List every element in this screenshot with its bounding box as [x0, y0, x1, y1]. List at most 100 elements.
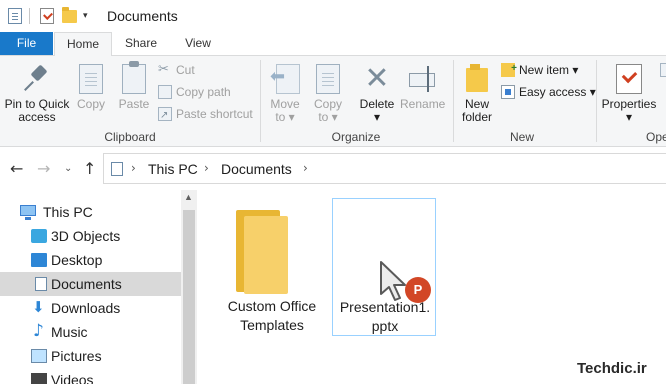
desktop-icon	[31, 253, 47, 267]
cut-button[interactable]: Cut	[158, 60, 195, 80]
copy-icon	[74, 60, 103, 94]
quick-access-divider	[29, 8, 30, 24]
navigation-pane: This PC 3D Objects Desktop Documents Dow…	[0, 190, 197, 384]
tree-label: Desktop	[51, 252, 103, 268]
new-group-label: New	[509, 130, 534, 144]
pictures-icon	[31, 349, 47, 363]
file-list: Custom Office Templates P Presentation1.…	[197, 190, 666, 384]
move-to-icon	[270, 64, 300, 94]
forward-button[interactable]: →	[37, 159, 50, 178]
documents-location-icon	[111, 162, 123, 176]
new-folder-quick-access-icon[interactable]	[62, 7, 77, 23]
group-divider	[260, 60, 261, 142]
delete-x-icon: ✕	[364, 61, 390, 96]
checkmark-quick-access-icon[interactable]	[40, 8, 54, 24]
copy-button[interactable]: Copy	[74, 60, 108, 111]
scroll-thumb[interactable]	[183, 210, 195, 384]
tree-label: Videos	[51, 372, 94, 384]
tab-view[interactable]: View	[172, 32, 224, 56]
clipboard-icon	[122, 61, 146, 94]
properties-check-icon	[616, 64, 642, 94]
folder-icon	[236, 210, 292, 294]
address-bar[interactable]: › This PC › Documents ›	[103, 153, 666, 184]
tree-label: Music	[51, 324, 88, 340]
open-group-small-button[interactable]	[660, 60, 666, 80]
tree-label: This PC	[43, 204, 93, 220]
new-item-button[interactable]: New item ▾	[501, 59, 579, 80]
file-name: Custom Office Templates	[220, 297, 324, 335]
pin-label-line2: access	[18, 110, 56, 124]
move-to-button[interactable]: Move to ▾	[266, 64, 304, 124]
new-item-icon	[501, 59, 517, 79]
new-folder-label-line2: folder	[461, 110, 493, 124]
tree-label: Documents	[51, 276, 122, 292]
properties-quick-access-icon[interactable]	[8, 8, 22, 24]
file-name-line2: Templates	[240, 317, 304, 333]
ribbon-tabs: File Home Share View	[0, 32, 666, 57]
3d-objects-icon	[31, 229, 47, 243]
music-icon	[31, 319, 47, 343]
recent-locations-button[interactable]: ⌄	[64, 163, 72, 174]
window-title: Documents	[107, 8, 178, 24]
up-one-level-button[interactable]: ↑	[83, 159, 96, 178]
tree-item-documents[interactable]: Documents	[0, 272, 181, 296]
paste-shortcut-label: Paste shortcut	[176, 107, 253, 121]
move-to-label-line2: to ▾	[275, 110, 295, 124]
scroll-up-arrow[interactable]: ▲	[184, 192, 193, 202]
easy-access-label: Easy access ▾	[519, 85, 596, 99]
copy-path-button[interactable]: Copy path	[158, 82, 231, 102]
tab-home[interactable]: Home	[54, 32, 112, 57]
pin-icon	[24, 64, 50, 94]
tree-item-videos[interactable]: Videos	[0, 368, 181, 384]
tab-file[interactable]: File	[0, 32, 53, 55]
ribbon-home: Pin to Quick access Copy Paste Cut Copy …	[0, 56, 666, 147]
paste-label: Paste	[118, 97, 150, 111]
tree-item-3d-objects[interactable]: 3D Objects	[0, 224, 181, 248]
rename-button[interactable]: Rename	[400, 64, 445, 111]
navigation-bar: ← → ⌄ ↑ › This PC › Documents ›	[0, 148, 666, 190]
documents-icon	[35, 277, 47, 291]
paste-button[interactable]: Paste	[116, 61, 152, 111]
videos-icon	[31, 373, 47, 384]
tree-item-this-pc[interactable]: This PC	[0, 200, 181, 224]
mouse-cursor-icon	[380, 261, 406, 301]
breadcrumb-separator[interactable]: ›	[131, 161, 136, 175]
paste-shortcut-button[interactable]: Paste shortcut	[158, 104, 253, 126]
scissors-icon	[158, 60, 172, 80]
rename-icon	[407, 64, 437, 94]
new-item-label: New item ▾	[519, 63, 579, 77]
breadcrumb-separator[interactable]: ›	[204, 161, 209, 175]
file-name-line2: pptx	[371, 318, 399, 334]
back-button[interactable]: ←	[10, 159, 23, 178]
tree-label: Pictures	[51, 348, 102, 364]
tree-label: 3D Objects	[51, 228, 121, 244]
copy-to-label-line2: to ▾	[318, 110, 338, 124]
file-name-line1: Custom Office	[227, 298, 317, 314]
copy-to-button[interactable]: Copy to ▾	[310, 60, 346, 124]
easy-access-button[interactable]: Easy access ▾	[501, 82, 596, 102]
customize-quick-access-dropdown[interactable]: ▾	[83, 10, 88, 21]
properties-dropdown[interactable]: ▾	[600, 111, 658, 124]
copy-to-icon	[311, 60, 340, 94]
new-folder-button[interactable]: New folder	[458, 64, 496, 124]
pin-to-quick-access-button[interactable]: Pin to Quick access	[4, 64, 70, 124]
breadcrumb-this-pc[interactable]: This PC	[148, 161, 198, 177]
delete-button[interactable]: ✕ Delete ▾	[358, 64, 396, 124]
navigation-pane-scrollbar[interactable]: ▲	[181, 190, 197, 384]
tree-item-music[interactable]: Music	[0, 319, 181, 344]
tree-item-downloads[interactable]: Downloads	[0, 296, 181, 320]
breadcrumb-separator[interactable]: ›	[303, 161, 308, 175]
tree-item-pictures[interactable]: Pictures	[0, 344, 181, 368]
properties-button[interactable]: Properties ▾	[600, 64, 658, 124]
group-divider	[453, 60, 454, 142]
copy-path-label: Copy path	[176, 85, 231, 99]
open-icon	[660, 63, 666, 77]
file-item-custom-office-templates[interactable]: Custom Office Templates	[220, 198, 324, 336]
downloads-icon	[31, 296, 47, 320]
tab-share[interactable]: Share	[115, 32, 167, 56]
tree-item-desktop[interactable]: Desktop	[0, 248, 181, 272]
delete-label-line2: ▾	[373, 110, 381, 124]
paste-shortcut-icon	[158, 106, 172, 126]
tree-label: Downloads	[51, 300, 121, 316]
breadcrumb-documents[interactable]: Documents	[221, 161, 292, 177]
